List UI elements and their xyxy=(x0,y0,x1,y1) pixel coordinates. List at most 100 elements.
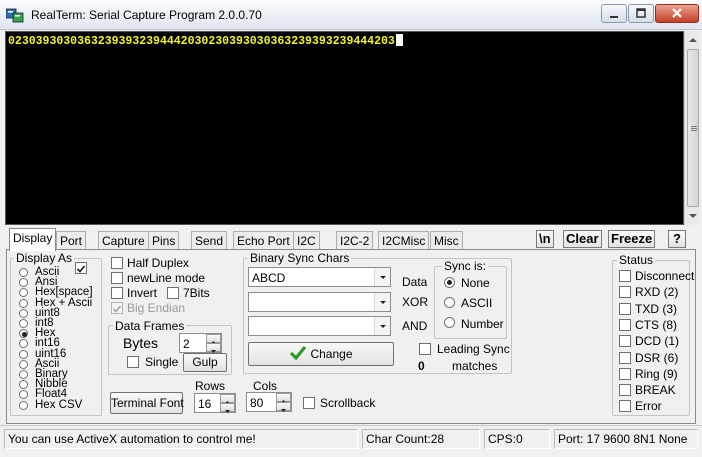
display-as-radio[interactable] xyxy=(19,370,28,379)
bytes-value: 2 xyxy=(183,337,190,351)
tab-misc[interactable]: Misc xyxy=(430,231,463,250)
scrollback-checkbox[interactable] xyxy=(303,397,315,409)
close-button[interactable] xyxy=(655,4,699,23)
status-indicator xyxy=(619,351,631,364)
change-button[interactable]: Change xyxy=(248,342,394,366)
terminal-font-button[interactable]: Terminal Font xyxy=(110,392,184,414)
rows-spinner[interactable]: 16 xyxy=(194,393,236,413)
minimize-button[interactable] xyxy=(601,4,627,23)
display-as-radio[interactable] xyxy=(19,268,28,277)
status-indicator xyxy=(619,286,631,299)
display-as-checkbox[interactable] xyxy=(75,262,87,274)
sync-and-combo[interactable] xyxy=(248,316,391,336)
port-info: Port: 17 9600 8N1 None xyxy=(554,429,698,449)
dropdown-arrow-icon xyxy=(380,276,386,279)
tab-capture[interactable]: Capture xyxy=(98,231,149,250)
gulp-button[interactable]: Gulp xyxy=(183,353,227,372)
display-as-radio[interactable] xyxy=(19,359,28,369)
title-bar[interactable]: RealTerm: Serial Capture Program 2.0.0.7… xyxy=(0,0,702,30)
spin-up-icon[interactable] xyxy=(206,334,221,344)
spin-up-icon[interactable] xyxy=(276,393,291,403)
spin-up-icon[interactable] xyxy=(220,394,235,404)
terminal-display[interactable]: 0230393030363239393239444203023039303036… xyxy=(5,31,684,225)
tab-i2c[interactable]: I2C xyxy=(293,231,320,250)
half-duplex-checkbox[interactable] xyxy=(111,257,123,269)
window-title: RealTerm: Serial Capture Program 2.0.0.7… xyxy=(31,8,262,22)
status-item-label: Ring (9) xyxy=(635,366,678,381)
display-as-radio[interactable] xyxy=(19,400,28,410)
leading-sync-label: Leading Sync xyxy=(437,342,510,356)
sync-none-label: None xyxy=(461,276,490,290)
big-endian-checkbox[interactable] xyxy=(111,302,123,314)
app-icon xyxy=(6,8,24,23)
tab-port[interactable]: Port xyxy=(56,231,87,250)
status-indicator xyxy=(619,400,631,413)
tab-i2c-2[interactable]: I2C-2 xyxy=(336,231,374,250)
status-item-label: TXD (3) xyxy=(635,301,677,316)
cols-value: 80 xyxy=(250,396,264,410)
leading-sync-checkbox[interactable] xyxy=(419,343,431,355)
display-as-radio[interactable] xyxy=(19,319,28,328)
invert-checkbox[interactable] xyxy=(111,287,123,299)
tab-echo-port[interactable]: Echo Port xyxy=(233,231,294,250)
newline-mode-label: newLine mode xyxy=(127,271,206,285)
scroll-up-icon[interactable] xyxy=(685,32,701,48)
status-message: You can use ActiveX automation to contro… xyxy=(4,429,358,449)
sync-none-radio[interactable] xyxy=(444,277,455,288)
cps-readout: CPS:0 xyxy=(484,429,550,449)
rows-label: Rows xyxy=(195,379,226,393)
status-indicator xyxy=(619,302,631,315)
minimize-icon xyxy=(610,16,618,18)
maximize-button[interactable] xyxy=(628,4,654,23)
tab-pins[interactable]: Pins xyxy=(148,231,180,250)
freeze-button[interactable]: Freeze xyxy=(608,230,656,248)
status-indicator xyxy=(619,318,631,331)
half-duplex-label: Half Duplex xyxy=(127,256,190,270)
tab-i2cmisc[interactable]: I2CMisc xyxy=(378,231,430,250)
invert-label: Invert xyxy=(127,286,158,300)
scroll-down-icon[interactable] xyxy=(685,208,701,224)
status-item-label: Error xyxy=(635,399,662,414)
rows-value: 16 xyxy=(198,397,212,411)
dropdown-arrow-icon xyxy=(380,325,386,328)
sync-ascii-radio[interactable] xyxy=(444,297,455,308)
terminal-text: 0230393030363239393239444203023039303036… xyxy=(8,35,395,48)
clear-button[interactable]: Clear xyxy=(563,230,602,248)
spin-down-icon[interactable] xyxy=(276,402,291,412)
spin-down-icon[interactable] xyxy=(220,403,235,413)
green-check-icon xyxy=(290,345,307,361)
data-label: Data xyxy=(402,275,428,289)
status-indicator xyxy=(619,384,631,397)
newline-mode-checkbox[interactable] xyxy=(111,272,123,284)
help-button[interactable]: ? xyxy=(668,230,686,248)
cols-spinner[interactable]: 80 xyxy=(246,392,292,412)
status-item-label: DCD (1) xyxy=(635,334,679,349)
tab-display[interactable]: Display xyxy=(9,228,57,251)
sync-data-combo[interactable]: ABCD xyxy=(248,267,391,287)
tab-send[interactable]: Send xyxy=(191,231,228,250)
display-as-radio[interactable] xyxy=(19,349,28,359)
matches-label: matches xyxy=(452,359,498,373)
sync-xor-combo[interactable] xyxy=(248,292,391,312)
newline-button[interactable]: \n xyxy=(536,230,554,248)
sync-number-radio[interactable] xyxy=(444,317,455,328)
binary-sync-title: Binary Sync Chars xyxy=(248,251,352,265)
terminal-scrollbar[interactable] xyxy=(684,31,700,225)
single-checkbox[interactable] xyxy=(127,356,139,368)
7bits-checkbox[interactable] xyxy=(167,287,179,299)
spin-down-icon[interactable] xyxy=(206,343,221,353)
bytes-spinner[interactable]: 2 xyxy=(179,333,222,353)
scrollbar-thumb[interactable] xyxy=(687,49,699,207)
xor-label: XOR xyxy=(402,295,429,309)
7bits-label: 7Bits xyxy=(183,286,210,300)
checkmark-icon xyxy=(76,265,86,273)
display-as-radio[interactable] xyxy=(19,308,28,318)
status-item-label: CTS (8) xyxy=(635,317,677,332)
matches-count: 0 xyxy=(418,359,425,373)
dropdown-arrow-icon xyxy=(380,301,386,304)
status-indicator xyxy=(619,367,631,380)
scrollback-label: Scrollback xyxy=(320,396,376,410)
close-icon xyxy=(672,8,682,18)
status-item-label: DSR (6) xyxy=(635,350,679,365)
display-as-radio[interactable] xyxy=(19,298,28,308)
